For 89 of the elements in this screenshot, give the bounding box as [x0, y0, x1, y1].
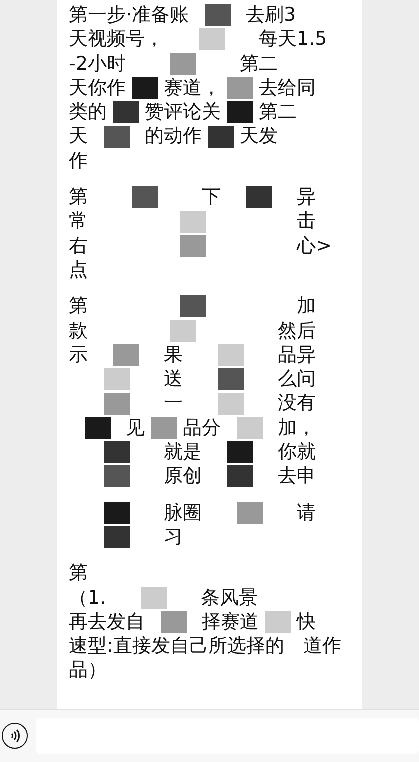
message-text: 天: [69, 124, 88, 149]
mosaic-block: [104, 441, 130, 464]
message-text: 的动作: [145, 124, 202, 149]
message-text: 脉圈: [164, 500, 202, 525]
message-text: 款: [69, 318, 88, 343]
mosaic-block: [227, 465, 253, 488]
message-text: 你就: [278, 440, 316, 464]
message-text: 原创: [164, 464, 202, 489]
message-text: 示: [69, 342, 88, 368]
message-text: 赞评论关: [145, 100, 221, 124]
message-text: 天发: [240, 124, 278, 149]
message-text: 品异: [278, 342, 316, 368]
mosaic-block: [218, 392, 244, 415]
message-text: 常: [69, 209, 88, 234]
message-text: 第一步·准备账: [69, 3, 190, 28]
mosaic-block: [236, 416, 262, 439]
message-text: 品分: [183, 416, 221, 440]
message-text: 第: [69, 294, 88, 319]
message-text: 下: [202, 185, 221, 210]
mosaic-block: [180, 295, 206, 318]
message-text: 品）: [69, 658, 107, 683]
mosaic-block: [132, 77, 158, 100]
message-text: 再去发自: [69, 610, 145, 634]
message-text: 加，: [278, 416, 316, 440]
message-text: 作: [69, 148, 88, 174]
message-text: （1.: [69, 586, 106, 610]
mosaic-block: [113, 101, 139, 124]
mosaic-block: [84, 416, 110, 439]
mosaic-block: [132, 186, 158, 208]
mosaic-block: [218, 344, 244, 366]
message-text: 第: [69, 561, 88, 586]
message-text: 心>: [297, 234, 332, 258]
message-text: 第二: [240, 52, 278, 76]
mosaic-block: [204, 4, 231, 26]
message-text: 类的: [69, 100, 107, 124]
message-text: 第二: [259, 100, 297, 124]
message-text: 么问: [278, 367, 316, 392]
mosaic-block: [104, 368, 130, 390]
mosaic-block: [151, 416, 177, 439]
mosaic-block: [104, 502, 130, 524]
message-text: 天视频号，: [69, 27, 164, 52]
mosaic-block: [265, 610, 291, 633]
message-text: 择赛道: [202, 610, 259, 634]
message-text: 就是: [164, 440, 202, 464]
mosaic-block: [170, 52, 196, 75]
mosaic-block: [104, 126, 130, 148]
message-text: 没有: [278, 391, 316, 416]
mosaic-block: [227, 441, 253, 464]
message-text: 请: [297, 500, 316, 525]
mosaic-block: [180, 234, 206, 257]
mosaic-block: [160, 610, 186, 633]
mosaic-block: [208, 126, 234, 148]
message-text: 果: [164, 342, 183, 368]
mosaic-block: [104, 465, 130, 488]
message-text: 击: [297, 209, 316, 234]
message-text: 右: [69, 234, 88, 258]
message-text: 快: [297, 610, 316, 634]
message-text: 去给同: [259, 76, 316, 100]
mosaic-block: [227, 101, 253, 124]
mosaic-block: [113, 344, 139, 366]
voice-button[interactable]: [2, 723, 28, 749]
message-text: 送: [164, 367, 183, 392]
mosaic-block: [104, 392, 130, 415]
message-text: 道作: [303, 634, 342, 658]
mosaic-block: [180, 210, 206, 233]
mosaic-block: [227, 77, 253, 100]
message-text: 速型:直接发自己所选择的: [69, 634, 284, 658]
mosaic-block: [170, 320, 196, 342]
message-text: 去申: [278, 464, 316, 489]
message-text: 天你作: [69, 76, 126, 100]
message-text: 条风景: [201, 586, 258, 610]
message-text: 见: [126, 416, 145, 440]
message-text: 异: [297, 185, 316, 210]
message-text: 一: [164, 391, 183, 416]
message-text: 去刷3: [246, 3, 296, 28]
mosaic-block: [104, 526, 130, 548]
mosaic-block: [246, 186, 272, 208]
message-text: 习: [164, 524, 183, 550]
message-text: 每天1.5: [259, 27, 328, 52]
message-text: 赛道，: [164, 76, 221, 100]
mosaic-block: [236, 502, 262, 524]
message-text: -2小时: [69, 52, 126, 76]
mosaic-block: [140, 586, 167, 609]
message-text: 加: [297, 294, 316, 319]
mosaic-block: [198, 28, 224, 50]
message-text: 点: [69, 258, 88, 282]
message-text: 第: [69, 185, 88, 210]
mosaic-block: [218, 368, 244, 390]
message-text: 然后: [278, 318, 316, 343]
